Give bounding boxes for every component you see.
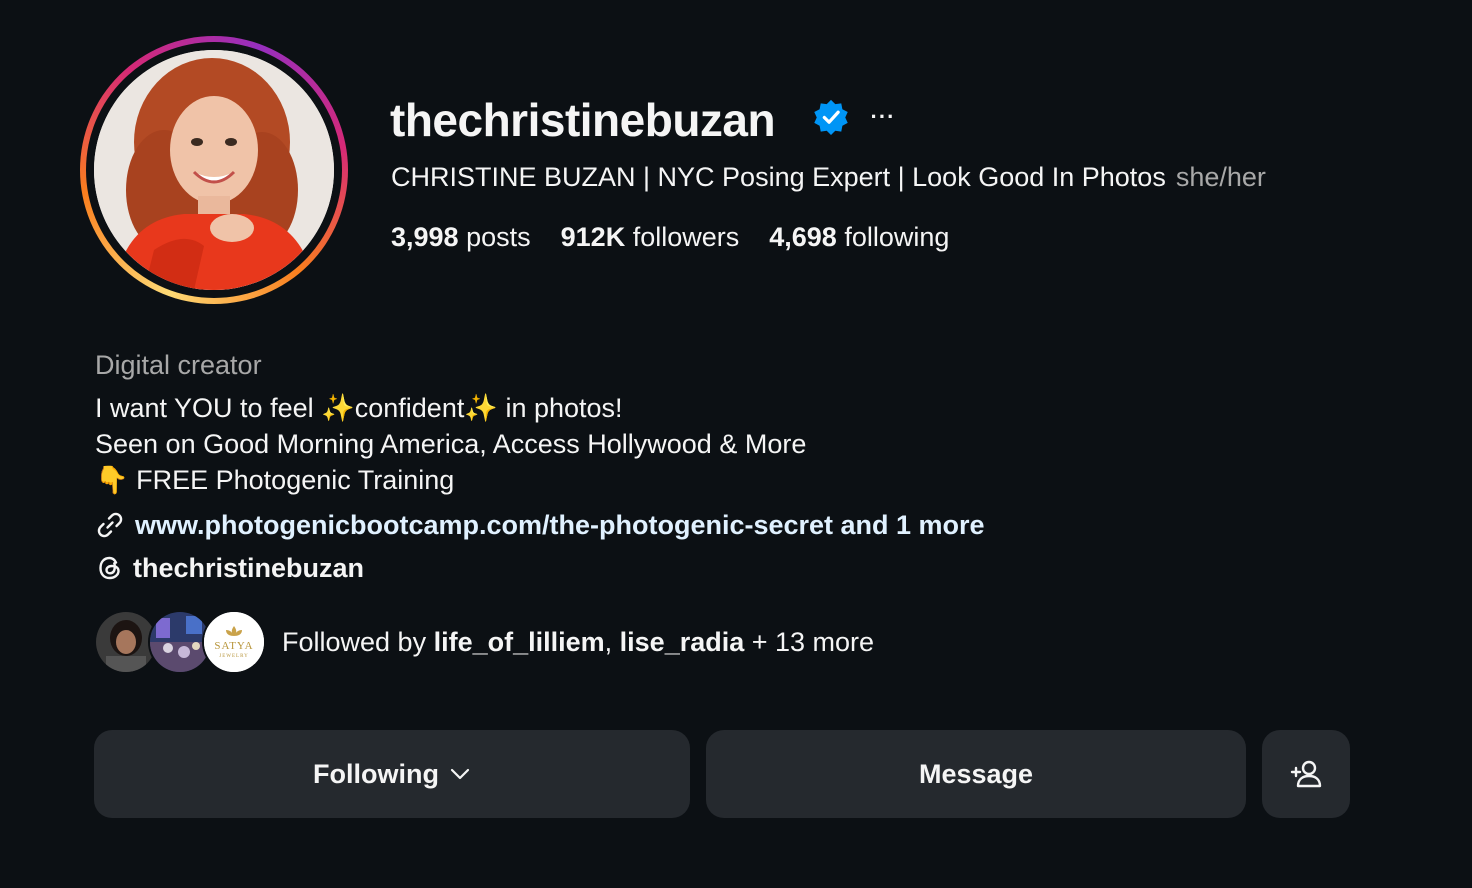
satya-logo-text: SATYA	[214, 640, 254, 652]
link-icon	[97, 512, 123, 538]
bio-line-2: Seen on Good Morning America, Access Hol…	[95, 429, 807, 459]
sparkles-icon: ✨	[464, 393, 498, 423]
following-button-label: Following	[313, 758, 439, 789]
profile-link[interactable]: www.photogenicbootcamp.com/the-photogeni…	[95, 506, 985, 544]
mutual-user-1: life_of_lilliem	[433, 626, 605, 657]
pointing-down-icon: 👇	[95, 465, 129, 495]
profile-fullname-row: CHRISTINE BUZAN | NYC Posing Expert | Lo…	[391, 158, 1266, 196]
followed-by-text[interactable]: Followed by life_of_lilliem, lise_radia …	[282, 627, 874, 658]
profile-category: Digital creator	[95, 350, 262, 380]
profile-username: thechristinebuzan	[390, 94, 776, 146]
threads-handle[interactable]: thechristinebuzan	[133, 553, 364, 584]
mutual-avatar-satya: SATYA JEWELRY	[202, 610, 266, 674]
profile-stats: 3,998 posts 912K followers 4,698 following	[391, 218, 979, 256]
threads-link[interactable]: thechristinebuzan	[95, 549, 364, 587]
profile-avatar	[94, 50, 334, 290]
sparkles-icon: ✨	[321, 393, 355, 423]
message-button[interactable]: Message	[706, 730, 1246, 818]
profile-avatar-story-ring[interactable]	[80, 36, 348, 304]
followers-stat[interactable]: 912K followers	[561, 218, 740, 256]
profile-page: thechristinebuzan ··· CHRISTINE BUZAN | …	[0, 0, 1472, 888]
bio-line-1: I want YOU to feel ✨confident✨ in photos…	[95, 393, 623, 423]
message-button-label: Message	[918, 758, 1034, 789]
verified-badge-icon	[814, 99, 848, 136]
chevron-down-icon	[450, 768, 470, 780]
suggested-users-button[interactable]	[1262, 730, 1350, 818]
following-button[interactable]: Following	[94, 730, 690, 818]
mutual-user-2: lise_radia	[619, 626, 745, 657]
profile-fullname: CHRISTINE BUZAN | NYC Posing Expert | Lo…	[391, 162, 1166, 192]
add-user-icon	[1290, 760, 1322, 788]
followed-by-row[interactable]: SATYA JEWELRY Followed by life_of_lillie…	[94, 610, 874, 674]
bio-line-3: 👇 FREE Photogenic Training	[95, 465, 455, 495]
profile-pronouns: she/her	[1175, 162, 1266, 192]
profile-bio: I want YOU to feel ✨confident✨ in photos…	[95, 390, 806, 498]
posts-stat: 3,998 posts	[391, 222, 531, 252]
satya-logo-subtext: JEWELRY	[219, 654, 249, 659]
profile-link-text[interactable]: www.photogenicbootcamp.com/the-photogeni…	[135, 510, 985, 541]
mutual-avatars: SATYA JEWELRY	[94, 610, 270, 674]
following-stat[interactable]: 4,698 following	[769, 218, 949, 256]
more-options-icon[interactable]: ···	[864, 102, 902, 136]
threads-icon	[99, 556, 120, 580]
